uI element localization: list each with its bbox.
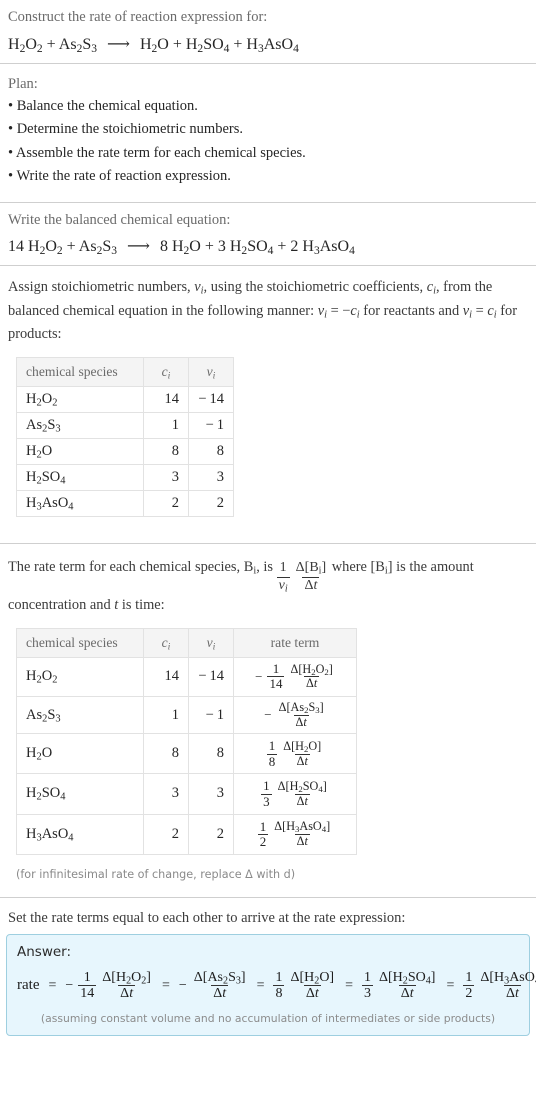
- cell-vi: 3: [188, 773, 234, 815]
- prompt-section: Construct the rate of reaction expressio…: [0, 0, 536, 63]
- column-header-ci: ci: [143, 357, 189, 388]
- cell-vi: − 14: [188, 656, 234, 698]
- cell-vi: − 14: [188, 386, 234, 414]
- cell-species: H2O2: [16, 656, 144, 698]
- table-row: H3AsO4 2 2 1 2 Δ[H3AsO4] Δt: [16, 813, 357, 855]
- table-row: As2S3 1 − 1 − Δ[As2S3] Δt: [16, 696, 357, 735]
- table-row: H2O2 14 − 14: [16, 386, 234, 414]
- cell-species: H3AsO4: [16, 490, 144, 518]
- table-row: H2O2 14 − 14 −1 14 Δ[H2O2] Δt: [16, 656, 357, 698]
- cell-ci: 2: [143, 813, 189, 855]
- table-row: H2O 8 8: [16, 438, 234, 466]
- input-equation: H2O2 + As2S3 ⟶ H2O + H2SO4 + H3AsO4: [8, 35, 299, 55]
- rate-term-table: chemical species ci νi rate term H2O2 14…: [16, 627, 357, 855]
- cell-species: As2S3: [16, 696, 144, 735]
- result-page: Construct the rate of reaction expressio…: [0, 0, 536, 1036]
- plan-section: Plan: • Balance the chemical equation. •…: [0, 64, 536, 202]
- cell-rate-term: 1 8 Δ[H2O] Δt: [233, 733, 357, 775]
- cell-rate-term: −1 14 Δ[H2O2] Δt: [233, 656, 357, 698]
- cell-ci: 8: [143, 438, 189, 466]
- rate-term-section: The rate term for each chemical species,…: [0, 544, 536, 896]
- plan-item: • Balance the chemical equation.: [8, 97, 198, 114]
- stoichiometry-table: chemical species ci νi H2O2 14 − 14 As2S…: [16, 357, 234, 518]
- table-body: H2O2 14 − 14 As2S3 1 − 1 H2O 8 8 H2SO4 3: [16, 386, 234, 518]
- table-row: H2SO4 3 3: [16, 464, 234, 492]
- cell-species: H2O: [16, 438, 144, 466]
- balanced-equation-section: Write the balanced chemical equation: 14…: [0, 203, 536, 266]
- table-header: chemical species ci νi rate term: [16, 627, 357, 658]
- table-row: H3AsO4 2 2: [16, 490, 234, 518]
- cell-ci: 2: [143, 490, 189, 518]
- cell-ci: 3: [143, 773, 189, 815]
- cell-species: H2O: [16, 733, 144, 775]
- cell-species: H2SO4: [16, 464, 144, 492]
- column-header-vi: νi: [188, 357, 234, 388]
- column-header-ci: ci: [143, 627, 189, 658]
- table-body: H2O2 14 − 14 −1 14 Δ[H2O2] Δt As2S3 1 − 1 −…: [16, 656, 357, 855]
- cell-vi: − 1: [188, 696, 234, 735]
- cell-species: H3AsO4: [16, 813, 144, 855]
- column-header-vi: νi: [188, 627, 234, 658]
- cell-vi: 2: [188, 813, 234, 855]
- column-header-rate-term: rate term: [233, 627, 357, 658]
- table-row: As2S3 1 − 1: [16, 412, 234, 440]
- cell-ci: 14: [143, 656, 189, 698]
- stoichiometry-section: Assign stoichiometric numbers, νi, using…: [0, 266, 536, 543]
- cell-ci: 14: [143, 386, 189, 414]
- answer-box: Answer: rate = −1 14 Δ[H2O2] Δt = − Δ[As2S3] Δt = 1…: [6, 933, 536, 1036]
- table-header-row: chemical species ci νi rate term: [16, 627, 357, 658]
- plan-label: Plan:: [8, 75, 38, 92]
- cell-vi: 2: [188, 490, 234, 518]
- cell-ci: 3: [143, 464, 189, 492]
- cell-vi: 8: [188, 438, 234, 466]
- cell-vi: 8: [188, 733, 234, 775]
- cell-species: H2O2: [16, 386, 144, 414]
- column-header-species: chemical species: [16, 627, 144, 658]
- cell-ci: 8: [143, 733, 189, 775]
- assign-paragraph: Assign stoichiometric numbers, νi, using…: [8, 279, 518, 343]
- plan-item: • Write the rate of reaction expression.: [8, 168, 231, 185]
- cell-vi: − 1: [188, 412, 234, 440]
- cell-vi: 3: [188, 464, 234, 492]
- answer-assumption-note: (assuming constant volume and no accumul…: [40, 1011, 496, 1025]
- balanced-equation-label: Write the balanced chemical equation:: [8, 211, 231, 228]
- prompt-label: Construct the rate of reaction expressio…: [8, 9, 268, 25]
- answer-title: Answer:: [17, 943, 72, 960]
- table-header-row: chemical species ci νi: [16, 357, 234, 388]
- table-row: H2SO4 3 3 1 3 Δ[H2SO4] Δt: [16, 773, 357, 815]
- plan-item: • Determine the stoichiometric numbers.: [8, 121, 243, 138]
- answer-intro: Set the rate terms equal to each other t…: [8, 909, 406, 926]
- cell-ci: 1: [143, 412, 189, 440]
- column-header-species: chemical species: [16, 357, 144, 388]
- table-header: chemical species ci νi: [16, 357, 234, 388]
- rate-term-paragraph: The rate term for each chemical species,…: [8, 559, 474, 613]
- plan-item: • Assemble the rate term for each chemic…: [8, 144, 306, 161]
- table-row: H2O 8 8 1 8 Δ[H2O] Δt: [16, 733, 357, 775]
- cell-ci: 1: [143, 696, 189, 735]
- rate-table-footnote: (for infinitesimal rate of change, repla…: [16, 867, 296, 881]
- answer-section: Set the rate terms equal to each other t…: [0, 898, 536, 1036]
- cell-species: H2SO4: [16, 773, 144, 815]
- balanced-equation: 14 H2O2 + As2S3 ⟶ 8 H2O + 3 H2SO4 + 2 H3…: [8, 238, 355, 258]
- plan-list: • Balance the chemical equation. • Deter…: [8, 95, 528, 202]
- rate-expression: rate = −1 14 Δ[H2O2] Δt = − Δ[As2S3] Δt = 1 8 Δ[H2O] Δ…: [17, 969, 536, 1002]
- cell-rate-term: − Δ[As2S3] Δt: [233, 696, 357, 735]
- cell-rate-term: 1 2 Δ[H3AsO4] Δt: [233, 813, 357, 855]
- cell-rate-term: 1 3 Δ[H2SO4] Δt: [233, 773, 357, 815]
- cell-species: As2S3: [16, 412, 144, 440]
